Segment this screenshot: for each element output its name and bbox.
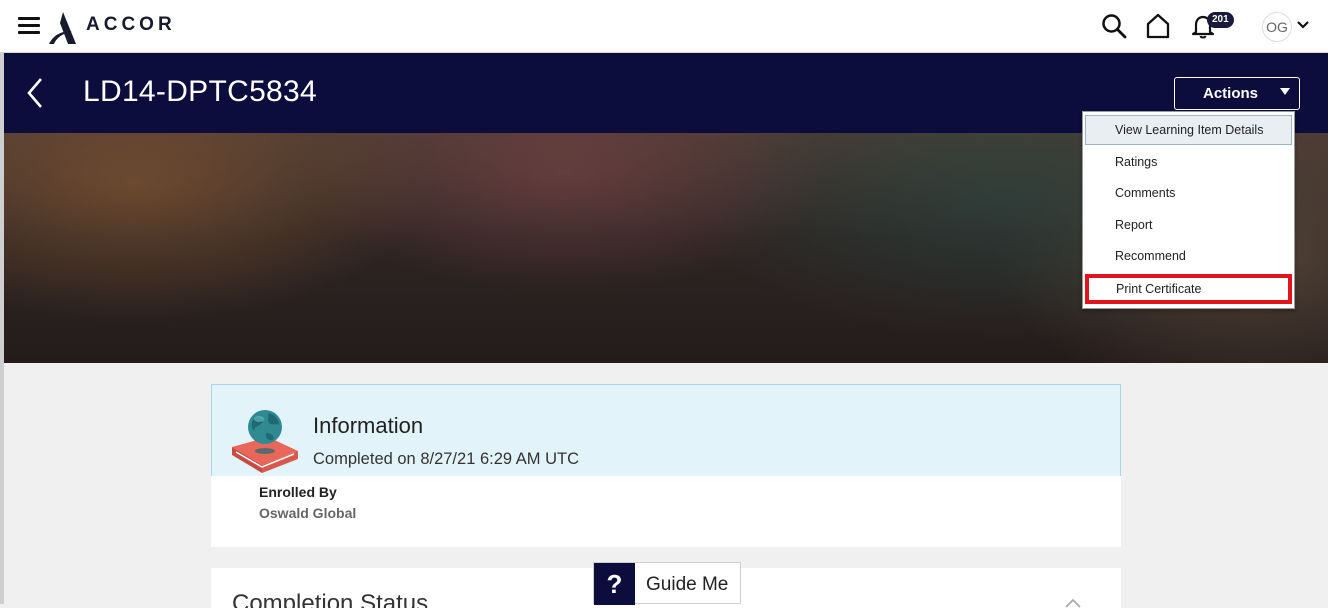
- information-header: Information Completed on 8/27/21 6:29 AM…: [211, 384, 1121, 476]
- actions-dropdown-button[interactable]: Actions: [1174, 77, 1300, 110]
- caret-down-icon: [1280, 88, 1290, 95]
- search-icon[interactable]: [1100, 12, 1128, 40]
- completion-date-text: Completed on 8/27/21 6:29 AM UTC: [313, 450, 579, 468]
- menu-item-print-certificate[interactable]: Print Certificate: [1085, 274, 1292, 304]
- menu-item-recommend[interactable]: Recommend: [1085, 241, 1292, 271]
- information-card: Information Completed on 8/27/21 6:29 AM…: [211, 384, 1121, 547]
- menu-item-comments[interactable]: Comments: [1085, 178, 1292, 208]
- book-globe-icon: [232, 410, 298, 473]
- completion-status-title: Completion Status: [232, 590, 429, 608]
- actions-button-label: Actions: [1203, 85, 1259, 102]
- actions-menu: View Learning Item Details Ratings Comme…: [1082, 111, 1295, 309]
- top-navigation-bar: ACCOR 201 OG: [0, 0, 1328, 53]
- brand-name[interactable]: ACCOR: [86, 14, 176, 36]
- accor-logo-icon[interactable]: [46, 11, 78, 45]
- chevron-down-icon[interactable]: [1297, 20, 1309, 30]
- guide-me-button[interactable]: ? Guide Me: [593, 562, 741, 605]
- information-title: Information: [313, 413, 424, 438]
- back-chevron-icon[interactable]: [26, 77, 44, 109]
- menu-item-report[interactable]: Report: [1085, 210, 1292, 240]
- menu-icon[interactable]: [18, 17, 40, 35]
- enrolled-by-value: Oswald Global: [259, 505, 357, 521]
- enrolled-by-label: Enrolled By: [259, 484, 337, 500]
- help-question-icon: ?: [594, 563, 635, 605]
- guide-me-label: Guide Me: [646, 574, 729, 595]
- page-title: LD14-DPTC5834: [83, 75, 318, 108]
- menu-item-view-learning-item-details[interactable]: View Learning Item Details: [1085, 115, 1292, 145]
- chevron-up-icon[interactable]: [1065, 598, 1081, 608]
- home-icon[interactable]: [1144, 12, 1172, 40]
- notification-count-badge: 201: [1207, 12, 1234, 28]
- avatar[interactable]: OG: [1262, 12, 1292, 42]
- menu-item-ratings[interactable]: Ratings: [1085, 147, 1292, 177]
